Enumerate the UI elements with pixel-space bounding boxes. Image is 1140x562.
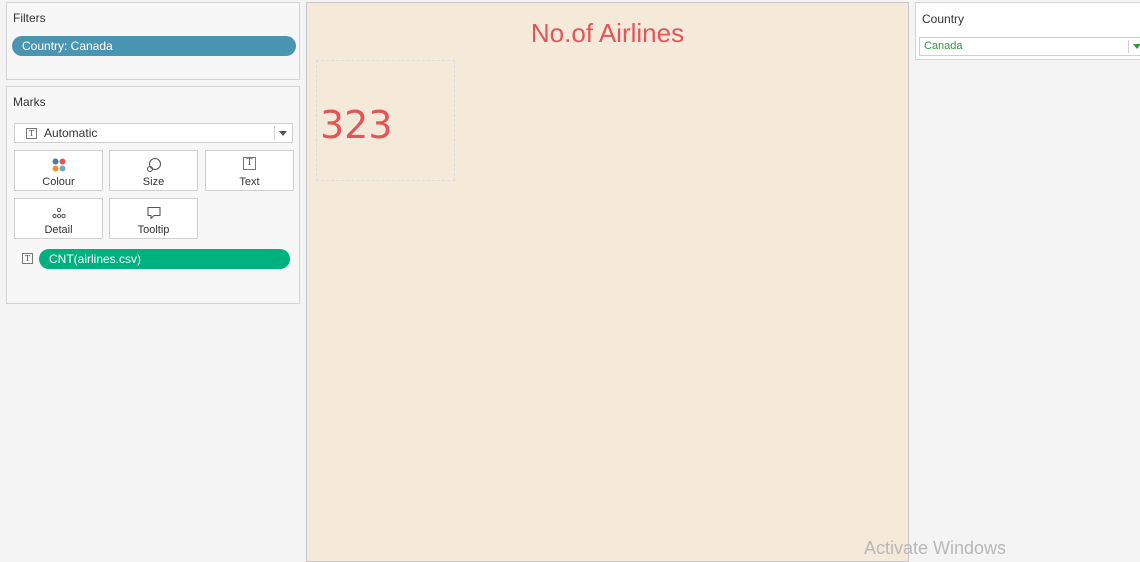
tooltip-label: Tooltip bbox=[137, 224, 170, 236]
text-encoding-icon: T bbox=[22, 253, 33, 264]
text-label: Text bbox=[239, 176, 260, 188]
detail-dots-icon bbox=[15, 205, 102, 221]
colour-dots-icon bbox=[15, 157, 102, 173]
marks-card: Marks T Automatic Colour Size T Text Det… bbox=[6, 86, 300, 304]
country-selected-value: Canada bbox=[924, 40, 963, 52]
dropdown-separator bbox=[1128, 40, 1129, 53]
worksheet-canvas: No.of Airlines 323 bbox=[306, 2, 909, 562]
size-label: Size bbox=[142, 176, 165, 188]
text-mark-icon: T bbox=[26, 128, 37, 139]
marks-title: Marks bbox=[13, 95, 46, 109]
colour-button[interactable]: Colour bbox=[14, 150, 103, 191]
country-filter-pill[interactable]: Country: Canada bbox=[12, 36, 296, 56]
kpi-text-table[interactable]: 323 bbox=[316, 60, 455, 181]
tooltip-button[interactable]: Tooltip bbox=[109, 198, 198, 239]
colour-label: Colour bbox=[42, 176, 75, 188]
speech-bubble-icon bbox=[110, 205, 197, 221]
filters-title: Filters bbox=[13, 11, 46, 25]
country-filter-title: Country bbox=[922, 12, 965, 26]
chevron-down-icon[interactable] bbox=[1133, 44, 1140, 49]
text-button[interactable]: T Text bbox=[205, 150, 294, 191]
dropdown-separator bbox=[274, 126, 275, 140]
chevron-down-icon[interactable] bbox=[279, 131, 287, 136]
cnt-airlines-pill[interactable]: CNT(airlines.csv) bbox=[39, 249, 290, 269]
mark-type-dropdown[interactable]: T Automatic bbox=[14, 123, 293, 143]
text-icon: T bbox=[206, 157, 293, 173]
filters-shelf: Filters Country: Canada bbox=[6, 2, 300, 80]
kpi-value[interactable]: 323 bbox=[320, 103, 393, 147]
size-button[interactable]: Size bbox=[109, 150, 198, 191]
mark-type-label: Automatic bbox=[44, 126, 98, 140]
size-icon bbox=[110, 157, 197, 173]
sheet-title: No.of Airlines bbox=[530, 18, 685, 48]
activate-windows-watermark: Activate Windows bbox=[864, 538, 1007, 558]
detail-label: Detail bbox=[44, 224, 73, 236]
country-filter-card: Country Canada bbox=[915, 2, 1140, 60]
detail-button[interactable]: Detail bbox=[14, 198, 103, 239]
country-dropdown[interactable]: Canada bbox=[919, 37, 1140, 56]
